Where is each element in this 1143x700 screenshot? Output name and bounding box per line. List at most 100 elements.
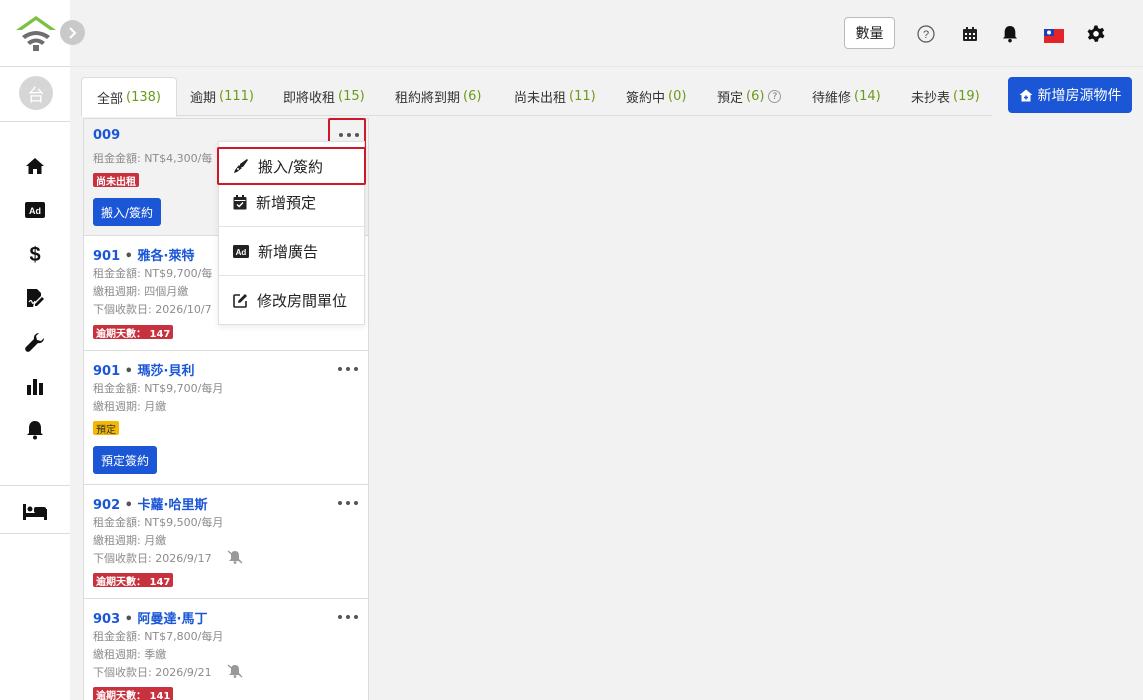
svg-text:?: ? bbox=[923, 29, 929, 41]
tab-upcoming-rent[interactable]: 即將收租 (15) bbox=[283, 77, 365, 116]
svg-text:Ad: Ad bbox=[236, 248, 247, 257]
tab-meter-unread[interactable]: 未抄表 (19) bbox=[911, 77, 980, 116]
tab-label: 租約將到期 bbox=[395, 91, 461, 106]
tab-label: 簽約中 bbox=[626, 91, 666, 106]
tab-label: 預定 bbox=[717, 91, 744, 106]
tab-count: (11) bbox=[569, 89, 596, 104]
menu-item-add-ad[interactable]: Ad 新增廣告 bbox=[219, 227, 364, 275]
tenant-name: 瑪莎·貝利 bbox=[137, 364, 195, 379]
room-number: 901 bbox=[93, 249, 121, 264]
tab-signing[interactable]: 簽約中 (0) bbox=[626, 77, 686, 116]
tab-label: 待維修 bbox=[812, 91, 852, 106]
more-options-icon[interactable] bbox=[338, 611, 358, 623]
bar-chart-icon[interactable] bbox=[20, 371, 50, 401]
move-in-sign-button[interactable]: 搬入/簽約 bbox=[93, 198, 162, 226]
next-payment-date: 下個收款日: 2026/9/17 bbox=[93, 552, 212, 565]
tab-lease-expiring[interactable]: 租約將到期 (6) bbox=[395, 77, 481, 116]
sidebar-divider bbox=[0, 485, 70, 486]
house-plus-icon bbox=[1019, 89, 1032, 101]
room-card[interactable]: 901 • 瑪莎·貝利 租金金額: NT$9,700/每月 繳租週期: 月繳 預… bbox=[83, 350, 369, 485]
add-property-label: 新增房源物件 bbox=[1037, 88, 1122, 104]
room-card[interactable]: 902 • 卡蘿·哈里斯 租金金額: NT$9,500/每月 繳租週期: 月繳 … bbox=[83, 484, 369, 599]
bell-off-icon[interactable] bbox=[227, 549, 243, 568]
bell-off-icon[interactable] bbox=[227, 663, 243, 682]
avatar[interactable]: 台 bbox=[19, 76, 53, 110]
tab-label: 即將收租 bbox=[283, 91, 336, 106]
contract-icon[interactable] bbox=[20, 283, 50, 313]
tab-count: (15) bbox=[338, 89, 365, 104]
ad-icon[interactable]: Ad bbox=[20, 195, 50, 225]
tab-count: (6) bbox=[463, 89, 482, 104]
svg-text:$: $ bbox=[29, 244, 40, 264]
notification-bell-icon[interactable] bbox=[1000, 24, 1020, 44]
bell-icon[interactable] bbox=[20, 415, 50, 445]
payment-cycle: 繳租週期: 月繳 bbox=[93, 534, 167, 547]
sidebar-divider bbox=[0, 121, 70, 122]
header-divider bbox=[70, 66, 1143, 67]
tab-overdue[interactable]: 逾期 (111) bbox=[190, 77, 254, 116]
reserve-sign-button[interactable]: 預定簽約 bbox=[93, 446, 158, 474]
room-title[interactable]: 902 • 卡蘿·哈里斯 bbox=[93, 494, 207, 513]
status-tabs: 全部 (138) 逾期 (111) 即將收租 (15) 租約將到期 (6) 尚未出租 (1… bbox=[81, 77, 992, 117]
room-number: 902 bbox=[93, 498, 121, 513]
tab-reserved[interactable]: 預定 (6)? bbox=[717, 77, 782, 116]
tab-label: 逾期 bbox=[190, 91, 217, 106]
sidebar-expand-button[interactable] bbox=[60, 20, 85, 45]
dollar-icon[interactable]: $ bbox=[20, 239, 50, 269]
room-title[interactable]: 901 • 雅各·萊特 bbox=[93, 245, 194, 264]
sidebar: 台 Ad $ bbox=[0, 0, 70, 700]
payment-cycle: 繳租週期: 四個月繳 bbox=[93, 285, 189, 298]
ad-icon: Ad bbox=[233, 244, 249, 258]
tab-label: 尚未出租 bbox=[514, 91, 567, 106]
calendar-icon[interactable] bbox=[960, 24, 980, 44]
tab-count: (138) bbox=[126, 89, 161, 105]
overdue-badge: 逾期天數： 147 bbox=[93, 325, 174, 340]
menu-item-label: 新增預定 bbox=[256, 193, 317, 212]
rent-amount: 租金金額: NT$9,700/每月 bbox=[93, 382, 224, 395]
home-icon[interactable] bbox=[20, 151, 50, 181]
more-options-icon[interactable] bbox=[338, 363, 358, 375]
sidebar-divider bbox=[0, 533, 70, 534]
room-number[interactable]: 009 bbox=[93, 128, 120, 143]
svg-text:Ad: Ad bbox=[29, 206, 41, 216]
tab-all[interactable]: 全部 (138) bbox=[81, 77, 177, 117]
add-property-button[interactable]: 新增房源物件 bbox=[1008, 77, 1132, 113]
rent-amount: 租金金額: NT$9,500/每月 bbox=[93, 516, 224, 529]
rent-amount: 租金金額: NT$7,800/每月 bbox=[93, 630, 224, 643]
payment-cycle: 繳租週期: 月繳 bbox=[93, 400, 167, 413]
taiwan-flag-icon[interactable] bbox=[1044, 26, 1064, 46]
more-options-icon[interactable] bbox=[338, 497, 358, 509]
tab-count: (0) bbox=[668, 89, 687, 104]
room-card[interactable]: 903 • 阿曼達·馬丁 租金金額: NT$7,800/每月 繳租週期: 季繳 … bbox=[83, 598, 369, 700]
room-title[interactable]: 903 • 阿曼達·馬丁 bbox=[93, 608, 207, 627]
menu-item-label: 新增廣告 bbox=[258, 242, 319, 261]
overdue-badge: 逾期天數： 147 bbox=[93, 573, 174, 588]
room-number: 901 bbox=[93, 364, 121, 379]
bed-icon[interactable] bbox=[20, 497, 50, 527]
wrench-icon[interactable] bbox=[20, 327, 50, 357]
menu-item-label: 修改房間單位 bbox=[257, 291, 348, 310]
help-icon[interactable]: ? bbox=[916, 24, 936, 44]
tenant-name: 雅各·萊特 bbox=[137, 249, 195, 264]
tab-pending-repair[interactable]: 待維修 (14) bbox=[812, 77, 881, 116]
tab-not-rented[interactable]: 尚未出租 (11) bbox=[514, 77, 596, 116]
tab-label: 全部 bbox=[97, 91, 124, 107]
app-logo[interactable] bbox=[14, 14, 58, 54]
payment-cycle: 繳租週期: 季繳 bbox=[93, 648, 167, 661]
menu-item-edit-unit[interactable]: 修改房間單位 bbox=[219, 276, 364, 324]
status-badge: 預定 bbox=[93, 421, 119, 436]
sidebar-divider bbox=[0, 66, 70, 67]
tab-count: (111) bbox=[219, 89, 254, 104]
quantity-button[interactable]: 數量 bbox=[844, 17, 895, 49]
rent-amount: 租金金額: NT$9,700/每 bbox=[93, 267, 213, 280]
overdue-badge: 逾期天數： 141 bbox=[93, 687, 174, 700]
menu-item-highlight bbox=[217, 147, 366, 185]
room-title[interactable]: 901 • 瑪莎·貝利 bbox=[93, 360, 194, 379]
menu-item-add-reservation[interactable]: 新增預定 bbox=[219, 178, 364, 226]
room-number: 903 bbox=[93, 612, 121, 627]
help-icon[interactable]: ? bbox=[768, 90, 782, 103]
settings-gear-icon[interactable] bbox=[1086, 24, 1106, 44]
rent-amount: 租金金額: NT$4,300/每 bbox=[93, 152, 213, 165]
tab-label: 未抄表 bbox=[911, 91, 951, 106]
edit-icon bbox=[233, 293, 247, 308]
